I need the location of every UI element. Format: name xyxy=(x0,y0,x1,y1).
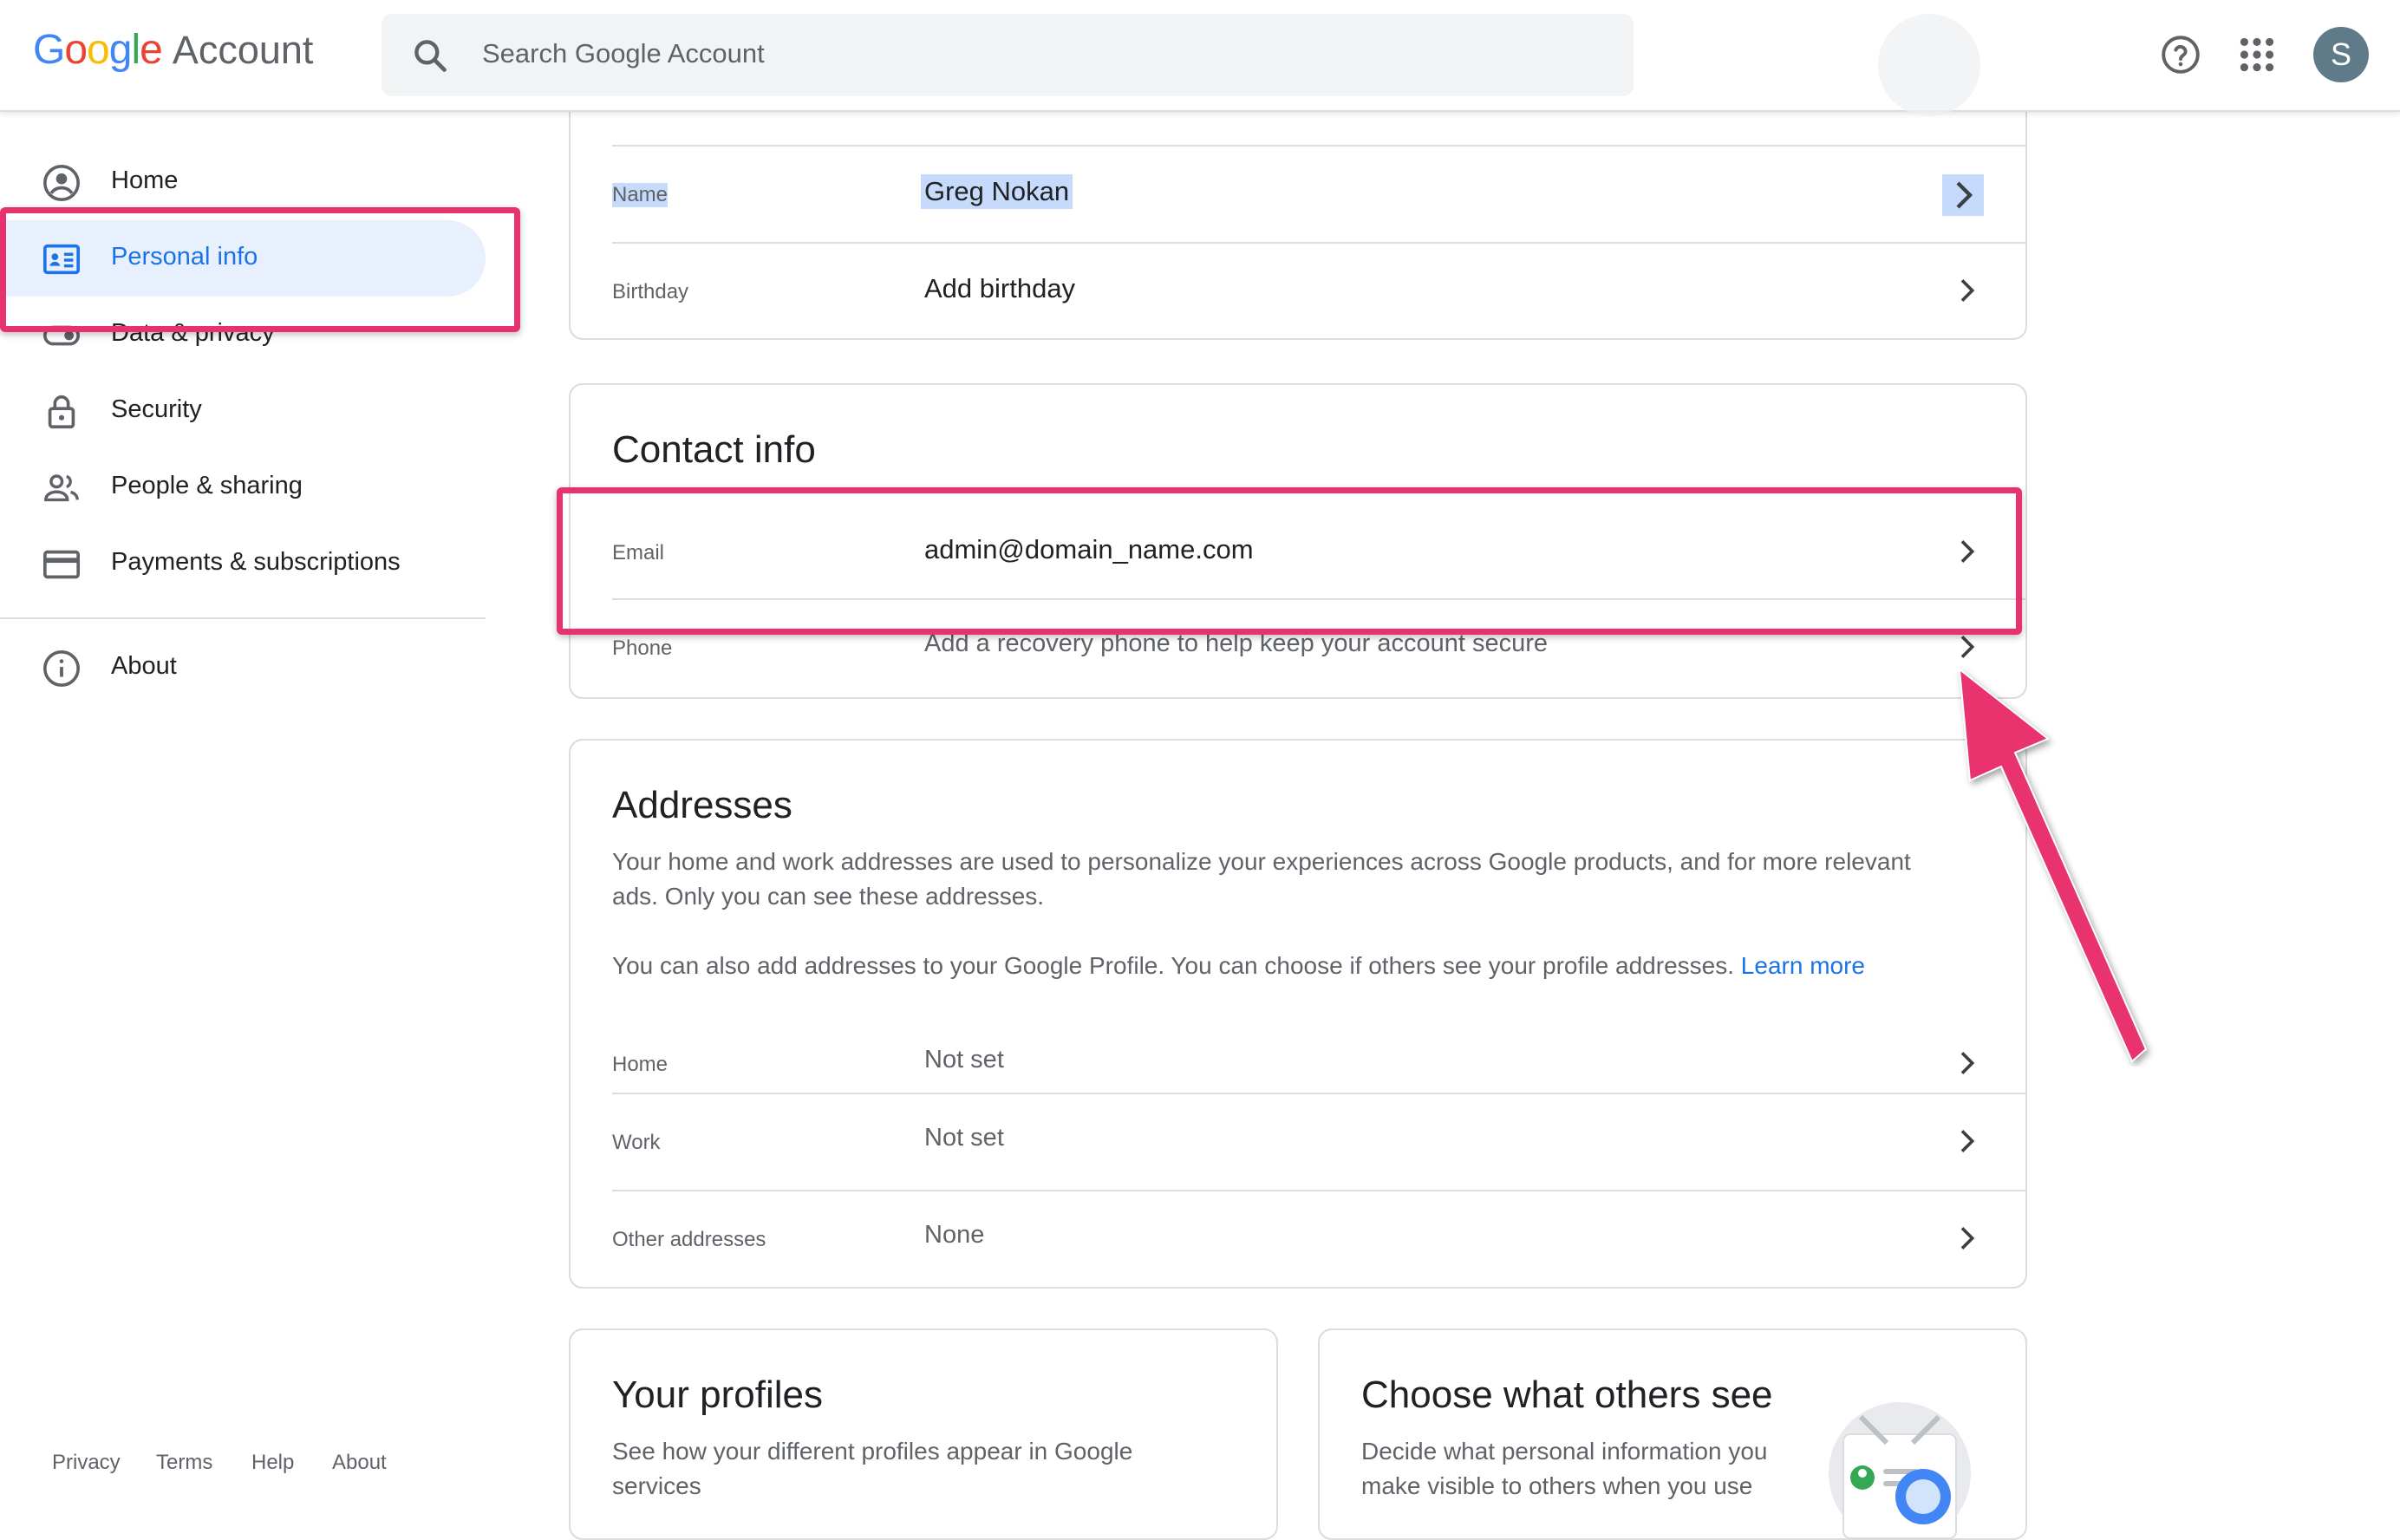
addresses-card: Addresses Your home and work addresses a… xyxy=(569,739,2027,1289)
name-label: Name xyxy=(612,183,668,207)
addresses-description-line: Your home and work addresses are used to… xyxy=(612,848,1911,875)
annotation-highlight-personal-info xyxy=(0,207,520,332)
work-address-value: Not set xyxy=(924,1124,1004,1152)
your-profiles-description-line: See how your different profiles appear i… xyxy=(612,1438,1133,1465)
lock-icon xyxy=(48,395,75,429)
addresses-profile-note-text: You can also add addresses to your Googl… xyxy=(612,952,1735,979)
profile-photo-shadow xyxy=(1878,14,1980,116)
sidebar-item-label: Home xyxy=(111,166,179,194)
work-address-row[interactable]: Work Not set xyxy=(612,1094,2025,1190)
learn-more-link[interactable]: Learn more xyxy=(1741,952,1865,979)
your-profiles-description-line: services xyxy=(612,1472,701,1499)
account-circle-icon xyxy=(43,165,80,201)
top-app-bar: Google Account Search Google Account S xyxy=(0,0,2400,116)
other-addresses-row[interactable]: Other addresses None xyxy=(612,1191,2025,1287)
name-value: Greg Nokan xyxy=(921,174,1073,209)
info-icon xyxy=(43,650,80,687)
sidebar-item-payments[interactable]: Payments & subscriptions xyxy=(0,525,486,602)
birthday-label: Birthday xyxy=(612,280,689,303)
search-input[interactable]: Search Google Account xyxy=(382,14,1634,96)
sidebar-item-label: About xyxy=(111,652,177,680)
sidebar-item-label: People & sharing xyxy=(111,472,303,499)
google-apps-icon[interactable] xyxy=(2235,33,2279,76)
google-wordmark: Google xyxy=(33,27,163,73)
footer-privacy-link[interactable]: Privacy xyxy=(52,1451,121,1475)
phone-label: Phone xyxy=(612,636,673,660)
work-address-label: Work xyxy=(612,1131,661,1154)
footer-terms-link[interactable]: Terms xyxy=(156,1451,212,1475)
annotation-arrow-icon xyxy=(1958,667,2148,1063)
account-avatar[interactable]: S xyxy=(2313,27,2369,82)
birthday-row[interactable]: Birthday Add birthday xyxy=(612,244,2025,339)
choose-what-others-see-title: Choose what others see xyxy=(1361,1374,1773,1416)
footer-about-link[interactable]: About xyxy=(332,1451,387,1475)
chevron-right-icon[interactable] xyxy=(1949,1124,1984,1158)
sidebar-item-label: Payments & subscriptions xyxy=(111,548,401,576)
help-icon[interactable] xyxy=(2159,33,2202,76)
addresses-title: Addresses xyxy=(612,784,792,826)
people-icon xyxy=(44,474,79,502)
name-row[interactable]: Name Greg Nokan xyxy=(612,147,2025,242)
home-address-value: Not set xyxy=(924,1046,1004,1073)
choose-what-others-see-description: Decide what personal information you mak… xyxy=(1361,1434,1767,1504)
other-addresses-label: Other addresses xyxy=(612,1228,766,1251)
id-badge-illustration-icon xyxy=(1829,1402,1971,1538)
chevron-right-icon[interactable] xyxy=(1942,174,1984,216)
addresses-profile-note: You can also add addresses to your Googl… xyxy=(612,949,1865,983)
search-placeholder: Search Google Account xyxy=(482,38,765,69)
addresses-description: Your home and work addresses are used to… xyxy=(612,845,1911,914)
your-profiles-description: See how your different profiles appear i… xyxy=(612,1434,1132,1504)
your-profiles-title: Your profiles xyxy=(612,1374,823,1416)
other-addresses-value: None xyxy=(924,1221,985,1249)
annotation-highlight-email-row xyxy=(557,487,2022,635)
sidebar-item-about[interactable]: About xyxy=(0,630,486,706)
footer-help-link[interactable]: Help xyxy=(251,1451,294,1475)
sidebar-item-people-sharing[interactable]: People & sharing xyxy=(0,449,486,525)
contact-info-title: Contact info xyxy=(612,428,816,471)
search-icon[interactable] xyxy=(411,36,449,75)
credit-card-icon xyxy=(43,550,80,579)
chevron-right-icon[interactable] xyxy=(1949,1221,1984,1256)
account-wordmark: Account xyxy=(172,28,314,72)
home-address-label: Home xyxy=(612,1053,668,1076)
choose-what-others-see-description-line: Decide what personal information you xyxy=(1361,1438,1768,1465)
choose-what-others-see-description-line: make visible to others when you use xyxy=(1361,1472,1753,1499)
sidebar-item-security[interactable]: Security xyxy=(0,373,486,449)
choose-what-others-see-card[interactable]: Choose what others see Decide what perso… xyxy=(1318,1328,2027,1540)
your-profiles-card[interactable]: Your profiles See how your different pro… xyxy=(569,1328,1278,1540)
sidebar-divider xyxy=(0,617,486,619)
chevron-right-icon[interactable] xyxy=(1949,273,1984,308)
addresses-description-line: ads. Only you can see these addresses. xyxy=(612,883,1045,910)
google-account-logo[interactable]: Google Account xyxy=(33,26,313,87)
birthday-value: Add birthday xyxy=(924,273,1076,303)
sidebar-item-label: Security xyxy=(111,395,202,423)
